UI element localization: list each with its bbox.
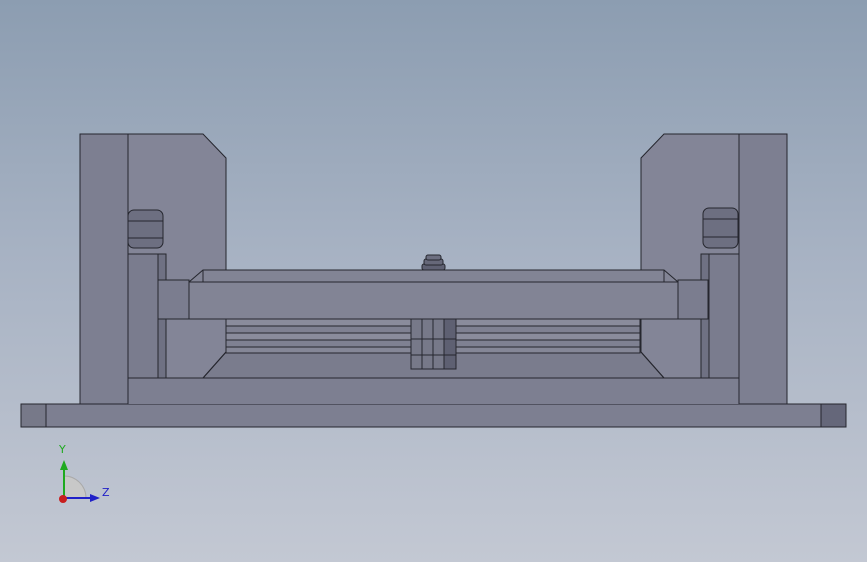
adjustment-knob[interactable]: [421, 254, 446, 271]
triad-axes: [59, 460, 100, 503]
cad-model-front-view[interactable]: [0, 0, 867, 562]
y-axis-label: Y: [59, 443, 66, 456]
z-axis-label: Z: [102, 486, 110, 499]
base-plate[interactable]: [20, 403, 847, 428]
cross-beam[interactable]: [188, 269, 679, 320]
center-clamp-block[interactable]: [410, 318, 457, 370]
orientation-triad[interactable]: Y Z: [46, 440, 126, 510]
graphics-viewport[interactable]: Y Z: [0, 0, 867, 562]
